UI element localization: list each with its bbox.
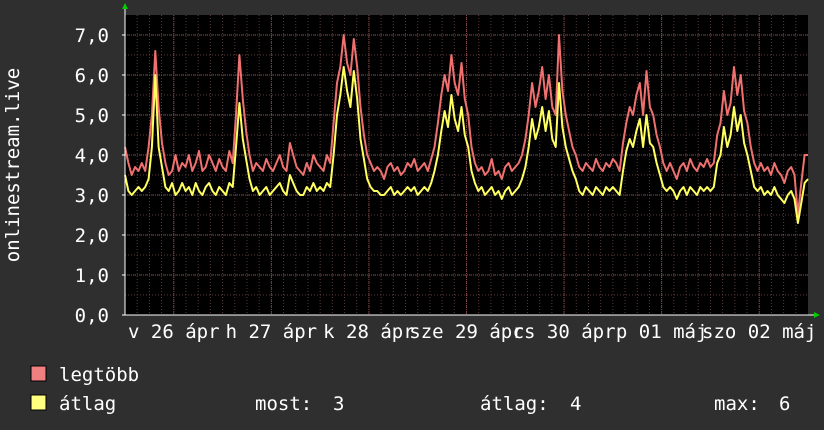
- stat-now-label: most:: [255, 393, 312, 415]
- x-tick-label: p 01 máj: [616, 321, 708, 343]
- legend-swatch-max: [30, 365, 47, 382]
- y-tick-label: 1,0: [75, 265, 109, 287]
- stat-max-label: max:: [714, 393, 760, 415]
- y-tick-label: 0,0: [75, 305, 109, 327]
- x-tick-label: sze 29 ápr: [409, 321, 523, 343]
- x-tick-label: cs 30 ápr: [513, 321, 616, 343]
- y-axis-label: onlinestream.live: [2, 68, 24, 262]
- legend-swatch-avg: [30, 394, 47, 411]
- stat-avg-label: átlag:: [480, 393, 549, 415]
- x-tick-label: szo 02 máj: [702, 321, 816, 343]
- line-chart: 0,0 1,0 2,0 3,0 4,0 5,0 6,0 7,0 v 26 ápr h 27 áp…: [0, 0, 824, 430]
- y-tick-label: 5,0: [75, 105, 109, 127]
- stat-max-value: 6: [779, 393, 790, 415]
- chart-root: 0,0 1,0 2,0 3,0 4,0 5,0 6,0 7,0 v 26 ápr h 27 áp…: [0, 0, 824, 430]
- legend-label-max: legtöbb: [59, 364, 139, 386]
- y-tick-label: 6,0: [75, 65, 109, 87]
- y-tick-label: 4,0: [75, 145, 109, 167]
- x-tick-label: k 28 ápr: [323, 321, 415, 343]
- y-tick-label: 2,0: [75, 225, 109, 247]
- x-tick-label: h 27 ápr: [226, 321, 318, 343]
- y-tick-label: 3,0: [75, 185, 109, 207]
- x-tick-labels: v 26 ápr h 27 ápr k 28 áprsze 29 áprcs 30 …: [128, 321, 816, 343]
- y-tick-label: 7,0: [75, 25, 109, 47]
- stat-avg-value: 4: [570, 393, 581, 415]
- legend-label-avg: átlag: [59, 393, 116, 415]
- stat-now-value: 3: [333, 393, 344, 415]
- x-tick-label: v 26 ápr: [128, 321, 220, 343]
